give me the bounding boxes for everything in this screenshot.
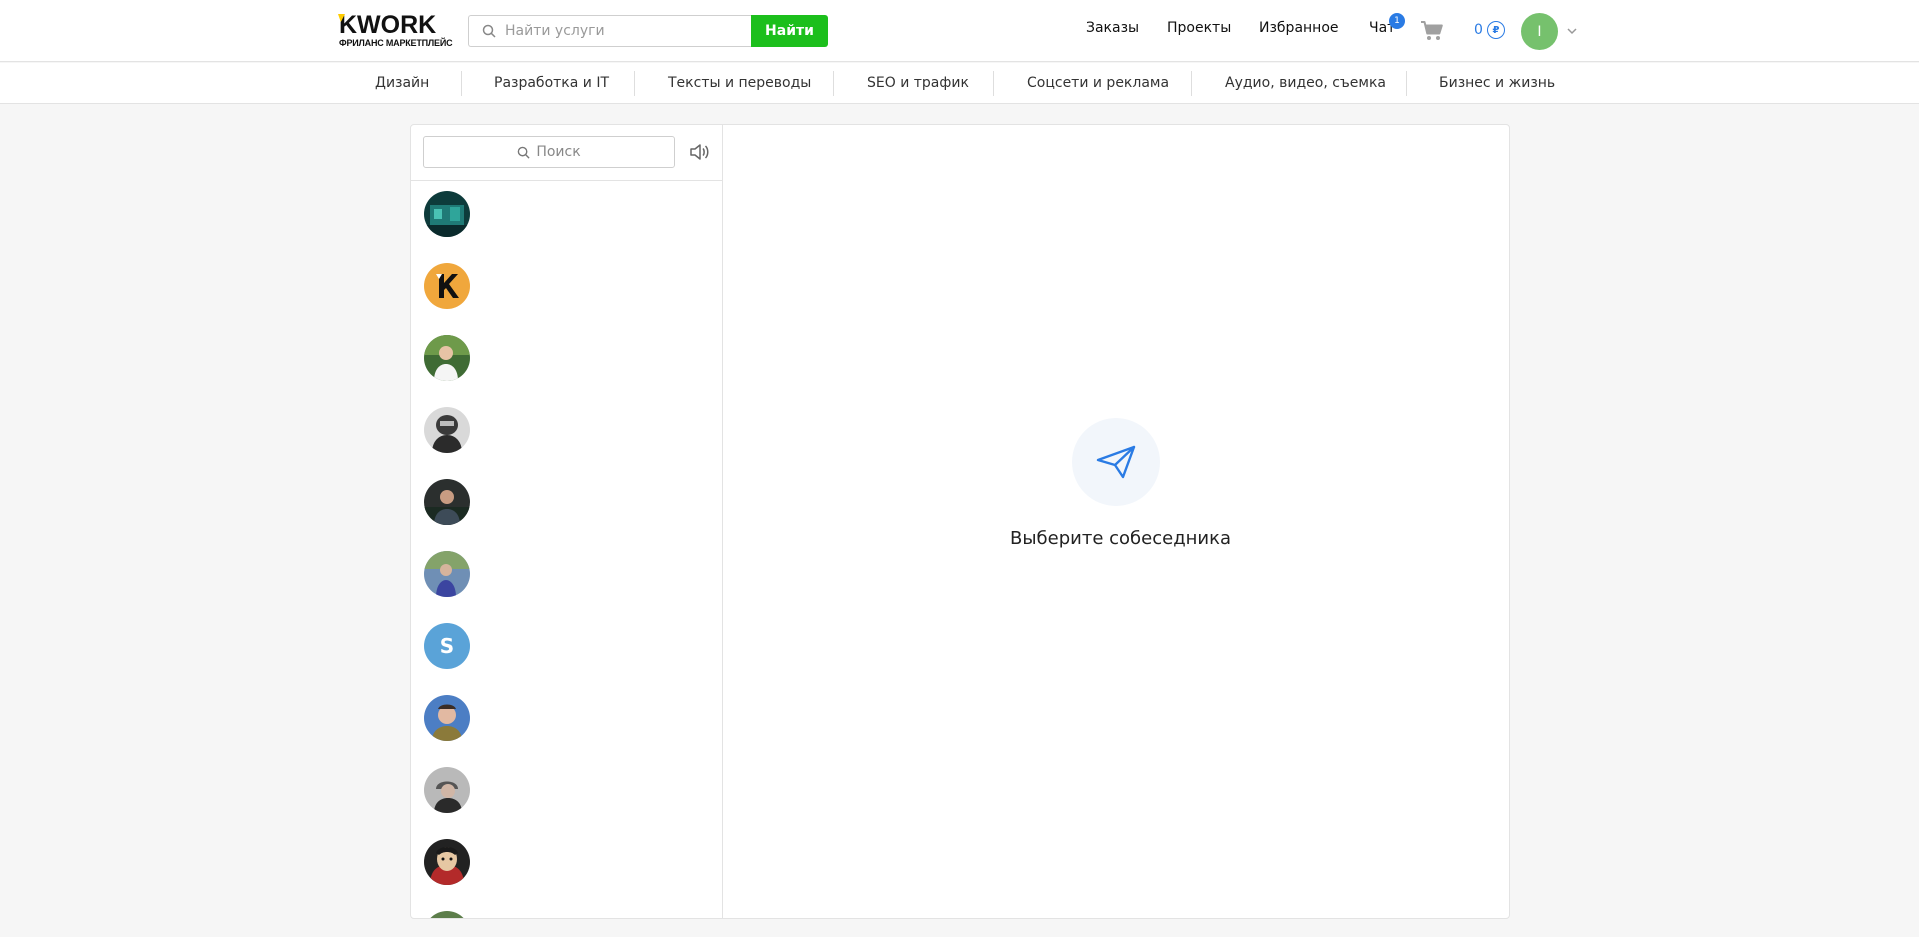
search-icon bbox=[482, 24, 496, 38]
contact-avatar[interactable] bbox=[424, 839, 470, 885]
search-icon bbox=[518, 146, 530, 159]
category-divider bbox=[634, 71, 635, 96]
contact-avatar[interactable] bbox=[424, 479, 470, 525]
contact-initial: S bbox=[424, 623, 470, 669]
contact-avatar[interactable] bbox=[424, 191, 470, 237]
logo-text: KWORK bbox=[339, 11, 437, 39]
empty-state-illustration bbox=[1072, 418, 1160, 506]
category-texts[interactable]: Тексты и переводы bbox=[668, 75, 811, 91]
kwork-logo[interactable]: KWORK ФРИЛАНС МАРКЕТПЛЕЙС bbox=[338, 11, 453, 49]
contact-avatar[interactable] bbox=[424, 407, 470, 453]
category-business[interactable]: Бизнес и жизнь bbox=[1439, 75, 1555, 91]
category-nav: Дизайн Разработка и IT Тексты и переводы… bbox=[0, 63, 1919, 104]
category-social[interactable]: Соцсети и реклама bbox=[1027, 75, 1169, 91]
site-header: KWORK ФРИЛАНС МАРКЕТПЛЕЙС Найти Заказы П… bbox=[0, 0, 1919, 62]
paper-plane-icon bbox=[1096, 445, 1136, 479]
category-design[interactable]: Дизайн bbox=[375, 75, 429, 91]
contact-avatar[interactable]: S bbox=[424, 623, 470, 669]
category-divider bbox=[461, 71, 462, 96]
category-media[interactable]: Аудио, видео, съемка bbox=[1225, 75, 1386, 91]
balance-amount: 0 bbox=[1474, 22, 1483, 38]
chevron-down-icon[interactable] bbox=[1565, 24, 1579, 38]
user-avatar[interactable]: I bbox=[1521, 13, 1558, 50]
search-button[interactable]: Найти bbox=[751, 15, 828, 47]
nav-favorites[interactable]: Избранное bbox=[1259, 20, 1339, 36]
contact-avatar[interactable] bbox=[424, 551, 470, 597]
contact-avatar[interactable] bbox=[424, 263, 470, 309]
empty-state-message: Выберите собеседника bbox=[1010, 528, 1232, 549]
chat-panel: Поиск S bbox=[410, 124, 1510, 919]
category-divider bbox=[1191, 71, 1192, 96]
nav-projects[interactable]: Проекты bbox=[1167, 20, 1231, 36]
category-divider bbox=[1406, 71, 1407, 96]
conversation-pane bbox=[723, 125, 1509, 918]
nav-orders[interactable]: Заказы bbox=[1086, 20, 1139, 36]
contact-avatar[interactable] bbox=[424, 335, 470, 381]
contact-avatar[interactable] bbox=[424, 911, 470, 918]
service-search-input[interactable] bbox=[505, 23, 745, 39]
category-divider bbox=[833, 71, 834, 96]
cart-icon[interactable] bbox=[1420, 20, 1444, 42]
ruble-icon: ₽ bbox=[1486, 21, 1505, 39]
contact-list: Поиск S bbox=[411, 125, 723, 918]
contact-search-field[interactable]: Поиск bbox=[423, 136, 675, 168]
sidebar-divider bbox=[411, 180, 722, 181]
category-seo[interactable]: SEO и трафик bbox=[867, 75, 969, 91]
chat-unread-badge: 1 bbox=[1389, 13, 1405, 29]
category-divider bbox=[993, 71, 994, 96]
contact-avatar[interactable] bbox=[424, 767, 470, 813]
contact-search-placeholder: Поиск bbox=[536, 144, 581, 160]
service-search-field bbox=[468, 15, 751, 47]
contact-avatar[interactable] bbox=[424, 695, 470, 741]
balance-indicator[interactable]: 0 ₽ bbox=[1474, 21, 1505, 39]
logo-subtitle: ФРИЛАНС МАРКЕТПЛЕЙС bbox=[339, 38, 453, 48]
category-development[interactable]: Разработка и IT bbox=[494, 75, 609, 91]
sound-icon[interactable] bbox=[689, 143, 709, 161]
